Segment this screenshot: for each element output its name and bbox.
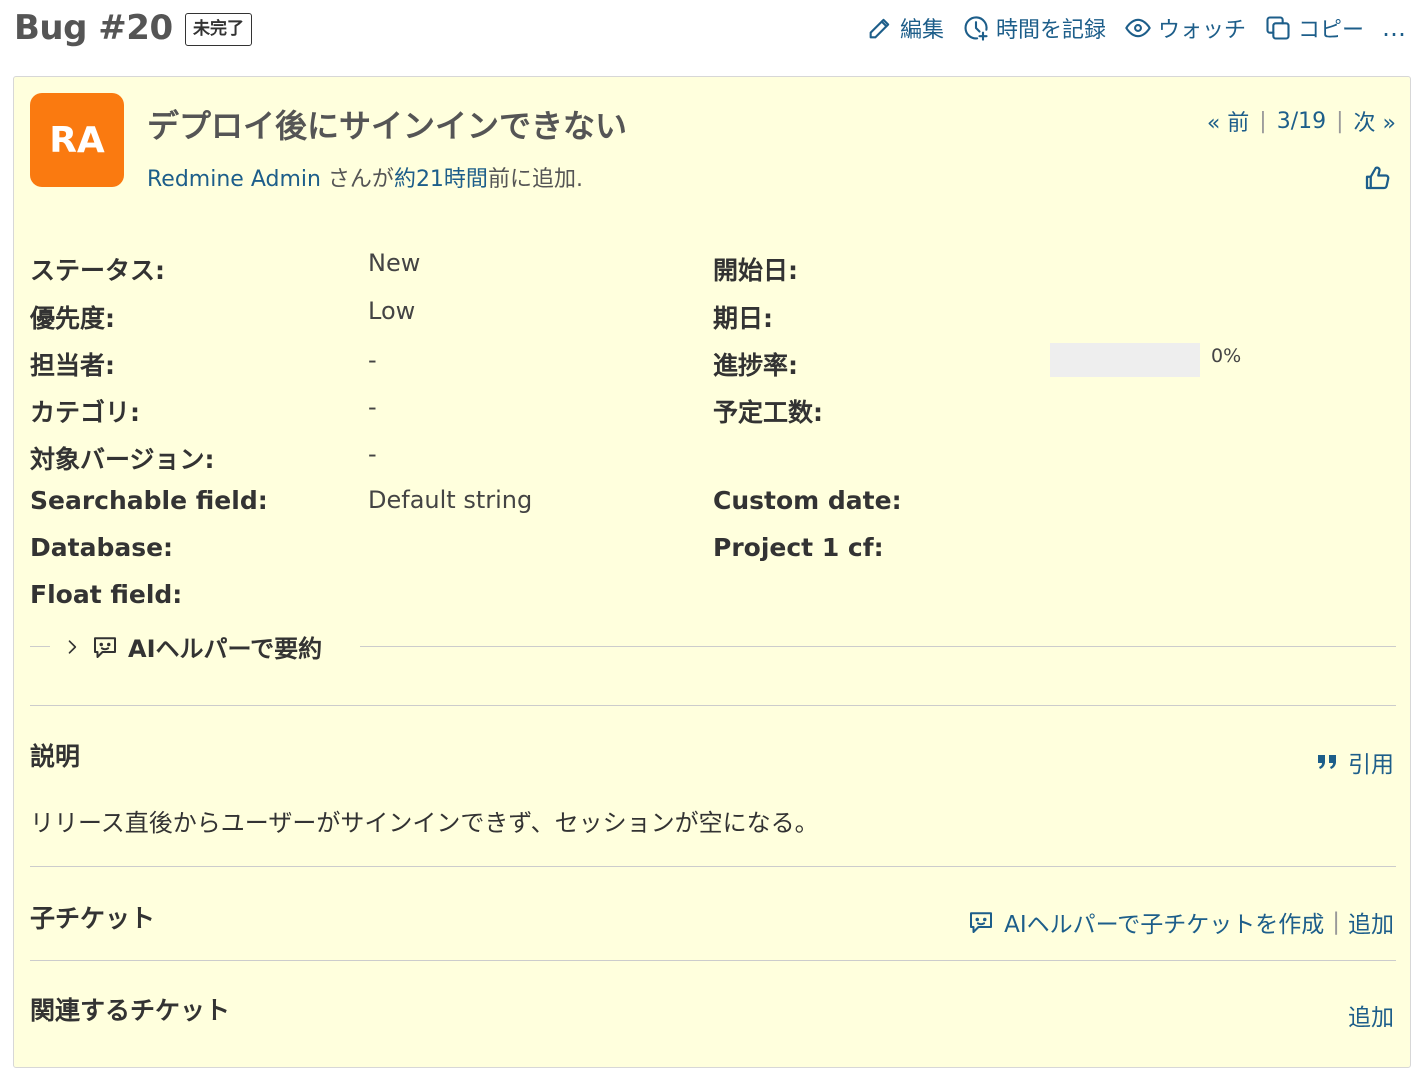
issue-subject: デプロイ後にサインインできない — [147, 107, 628, 145]
copy-button[interactable]: コピー — [1264, 12, 1364, 44]
nav-separator: | — [1336, 108, 1344, 134]
edit-button[interactable]: 編集 — [866, 12, 944, 44]
project-cf-label: Project 1 cf: — [713, 533, 884, 562]
progress-bar — [1050, 343, 1200, 377]
section-divider — [30, 705, 1396, 706]
relations-title: 関連するチケット — [30, 996, 231, 1025]
chevron-right-icon — [68, 639, 77, 654]
thumbs-up-icon[interactable] — [1362, 163, 1392, 193]
clock-plus-icon — [964, 16, 988, 41]
section-divider — [30, 866, 1396, 867]
version-label: 対象バージョン: — [30, 445, 215, 474]
section-divider — [30, 960, 1396, 961]
priority-value: Low — [368, 297, 416, 325]
status-label: ステータス: — [30, 256, 165, 285]
estimated-time-label: 予定工数: — [713, 398, 823, 427]
chat-bubble-icon — [970, 912, 993, 933]
category-value: - — [368, 393, 377, 421]
subtasks-title: 子チケット — [30, 904, 156, 933]
pencil-icon — [869, 18, 890, 39]
page-title: Bug #20 — [14, 8, 173, 48]
copy-label: コピー — [1297, 18, 1364, 43]
watch-button[interactable]: ウォッチ — [1124, 12, 1246, 44]
quote-button[interactable]: 引用 — [1314, 745, 1394, 779]
priority-label: 優先度: — [30, 304, 115, 333]
category-label: カテゴリ: — [30, 398, 140, 427]
custom-date-label: Custom date: — [713, 486, 902, 515]
copy-icon — [1266, 16, 1290, 40]
author-link[interactable]: Redmine Admin — [147, 167, 321, 192]
ai-summary-header[interactable]: AIヘルパーで要約 — [62, 629, 322, 664]
version-value: - — [368, 440, 377, 468]
add-subtask-link[interactable]: 追加 — [1348, 905, 1394, 939]
status-badge: 未完了 — [185, 13, 252, 46]
avatar: RA — [30, 93, 124, 187]
ai-summary-toggle[interactable]: AIヘルパーで要約 — [30, 629, 1396, 665]
author-line: Redmine Admin さんが約21時間前に追加. — [147, 161, 583, 193]
divider — [30, 646, 50, 647]
ai-create-subtask-link[interactable]: AIヘルパーで子チケットを作成 — [1004, 905, 1324, 939]
assignee-value: - — [368, 346, 377, 374]
ai-summary-label: AIヘルパーで要約 — [128, 635, 323, 663]
quote-icon — [1318, 755, 1336, 769]
progress-label: 進捗率: — [713, 351, 798, 380]
searchable-field-value: Default string — [368, 486, 533, 514]
nav-position[interactable]: 3/19 — [1277, 109, 1326, 134]
next-link[interactable]: 次 » — [1354, 105, 1396, 137]
subtasks-actions: AIヘルパーで子チケットを作成 | 追加 — [966, 905, 1394, 939]
watch-label: ウォッチ — [1157, 18, 1246, 43]
float-field-label: Float field: — [30, 580, 183, 609]
action-separator: | — [1332, 909, 1340, 935]
divider — [360, 646, 1396, 647]
due-date-label: 期日: — [713, 304, 773, 333]
issue-panel: RA デプロイ後にサインインできない Redmine Admin さんが約21時… — [13, 76, 1411, 1068]
log-time-button[interactable]: 時間を記録 — [962, 12, 1106, 44]
assignee-label: 担当者: — [30, 351, 115, 380]
add-relation-link[interactable]: 追加 — [1348, 998, 1394, 1032]
age-link[interactable]: 約21時間 — [394, 167, 488, 192]
start-date-label: 開始日: — [713, 256, 798, 285]
progress-value: 0% — [1211, 345, 1242, 367]
more-menu-icon[interactable]: … — [1382, 14, 1408, 42]
author-suffix: さんが — [320, 167, 394, 192]
issue-navigation: « 前 | 3/19 | 次 » — [1207, 105, 1396, 137]
log-time-label: 時間を記録 — [995, 18, 1106, 43]
searchable-field-label: Searchable field: — [30, 486, 268, 515]
eye-icon — [1125, 18, 1151, 38]
description-title: 説明 — [30, 742, 81, 771]
added-suffix: 前に追加. — [487, 167, 583, 192]
status-value: New — [368, 249, 421, 277]
quote-label: 引用 — [1348, 752, 1394, 778]
description-text: リリース直後からユーザーがサインインできず、セッションが空になる。 — [30, 809, 819, 837]
database-label: Database: — [30, 533, 174, 562]
context-menu: 編集 時間を記録 ウォッチ コピー … — [866, 12, 1408, 44]
chat-bubble-icon — [94, 636, 116, 658]
edit-label: 編集 — [899, 18, 944, 43]
nav-separator: | — [1259, 108, 1267, 134]
prev-link[interactable]: « 前 — [1207, 105, 1249, 137]
